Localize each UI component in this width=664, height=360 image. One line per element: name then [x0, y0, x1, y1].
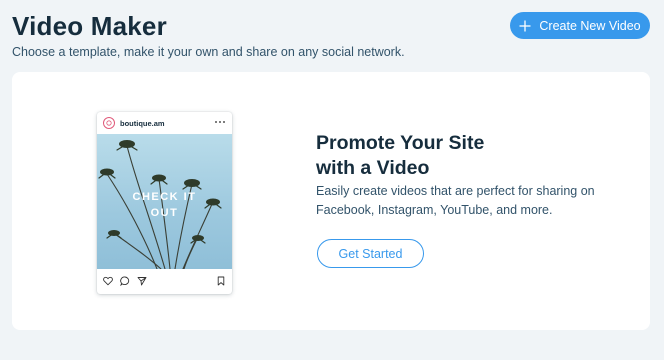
post-header: boutique.am [97, 112, 232, 134]
post-actions [97, 272, 232, 290]
post-handle: boutique.am [120, 118, 165, 128]
create-new-video-label: Create New Video [539, 18, 641, 33]
plus-icon [519, 20, 531, 32]
bookmark-icon [216, 276, 226, 286]
page-title: Video Maker [12, 11, 167, 41]
get-started-button[interactable]: Get Started [317, 239, 424, 268]
create-new-video-button[interactable]: Create New Video [510, 12, 650, 39]
page-header: Video Maker Choose a template, make it y… [0, 0, 664, 70]
promo-description: Easily create videos that are perfect fo… [316, 184, 595, 217]
promo-card: boutique.am CHECK IT OUT Promote Your Si… [12, 72, 650, 330]
profile-avatar-icon [103, 117, 115, 129]
overlay-line-2: OUT [150, 207, 179, 219]
promo-title: Promote Your Site with a Video [316, 131, 484, 181]
overlay-line-1: CHECK IT [132, 191, 197, 203]
promo-title-line-1: Promote Your Site [316, 132, 485, 154]
comment-icon [120, 276, 130, 286]
send-icon [137, 276, 147, 286]
post-image: CHECK IT OUT [97, 134, 232, 269]
page-subtitle: Choose a template, make it your own and … [12, 45, 405, 59]
instagram-post-preview: boutique.am CHECK IT OUT [97, 112, 232, 294]
more-dots-icon [214, 117, 226, 126]
heart-icon [103, 276, 113, 286]
promo-title-line-2: with a Video [316, 157, 430, 179]
post-overlay-text: CHECK IT OUT [97, 189, 232, 221]
